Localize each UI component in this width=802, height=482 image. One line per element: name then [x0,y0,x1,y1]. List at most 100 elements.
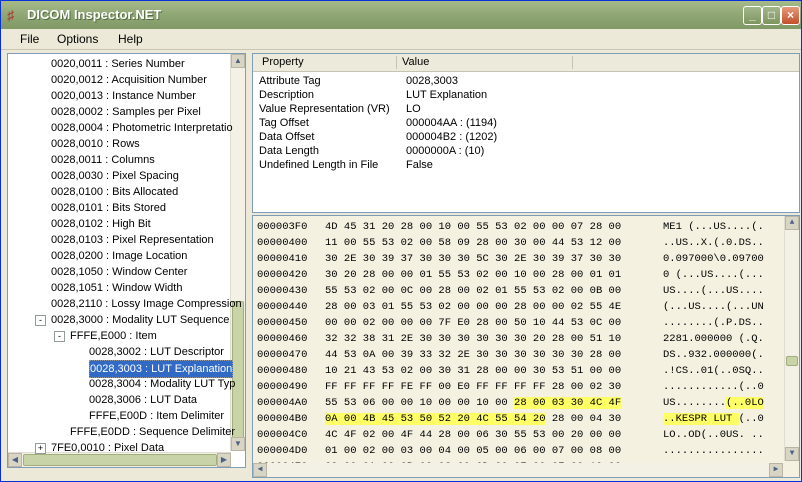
scroll-up-icon[interactable]: ▲ [785,216,799,230]
property-value: 000004AA : (1194) [406,117,497,129]
tree-node[interactable]: FFFE,E00D : Item Delimiter [89,408,224,424]
hex-row[interactable]: 000004D0 01 00 02 00 03 00 04 00 05 00 06… [253,443,783,459]
hex-ascii: ................ [663,443,764,459]
hex-row[interactable]: 00000430 55 53 02 00 0C 00 28 00 02 01 55… [253,283,783,299]
tree-node[interactable]: 7FE0,0010 : Pixel Data [51,440,164,456]
scroll-left-icon[interactable]: ◀ [253,463,267,477]
property-value: 0028,3003 [406,75,458,87]
hex-bytes-text: 01 00 02 00 03 00 04 00 05 00 06 00 07 0… [325,445,622,457]
column-divider [572,56,573,69]
menu-options[interactable]: Options [57,32,98,46]
property-row[interactable]: Data Offset 000004B2 : (1202) [259,130,789,144]
tree-node[interactable]: 0028,0002 : Samples per Pixel [51,104,201,120]
hex-row[interactable]: 00000420 30 20 28 00 00 01 55 53 02 00 10… [253,267,783,283]
hex-bytes: 0A 00 4B 45 53 50 52 20 4C 55 54 20 28 0… [325,411,621,427]
hex-scroll-thumb[interactable] [786,356,798,366]
tag-tree[interactable]: ▲ ▼ ◀ ▶ 0020,0011 : Series Number 0020,00… [7,53,246,468]
hex-bytes: 4C 4F 02 00 4F 44 28 00 06 30 55 53 00 2… [325,427,621,443]
title-bar[interactable]: ♯ DICOM Inspector.NET _ □ × [1,1,801,29]
scroll-down-icon[interactable]: ▼ [785,447,799,461]
hex-ascii: ME1 (...US....(. [663,219,764,235]
hex-vertical-scrollbar[interactable]: ▲ ▼ [784,216,799,461]
hex-row[interactable]: 00000470 44 53 0A 00 39 33 32 2E 30 30 30… [253,347,783,363]
tree-node[interactable]: FFFE,E0DD : Sequence Delimiter [70,424,235,440]
collapse-icon[interactable]: - [54,331,65,342]
tree-node[interactable]: 0020,0012 : Acquisition Number [51,72,207,88]
tree-node[interactable]: 0028,0030 : Pixel Spacing [51,168,179,184]
tree-node[interactable]: 0028,1051 : Window Width [51,280,182,296]
hex-row[interactable]: 000004C0 4C 4F 02 00 4F 44 28 00 06 30 55… [253,427,783,443]
tree-node[interactable]: 0028,0200 : Image Location [51,248,187,264]
hex-ascii: 0 (...US....(... [663,267,764,283]
tree-node[interactable]: 0020,0011 : Series Number [51,56,185,72]
tree-node[interactable]: 0028,3002 : LUT Descriptor [89,344,224,360]
hex-row[interactable]: 00000490 FF FF FF FF FE FF 00 E0 FF FF FF… [253,379,783,395]
close-button[interactable]: × [781,6,800,25]
scroll-right-icon[interactable]: ▶ [769,463,783,477]
tree-node[interactable]: 0028,0103 : Pixel Representation [51,232,214,248]
tree-node[interactable]: 0028,0004 : Photometric Interpretatio [51,120,233,136]
tree-node[interactable]: 0028,0100 : Bits Allocated [51,184,178,200]
collapse-icon[interactable]: - [35,315,46,326]
menu-help[interactable]: Help [118,32,143,46]
property-name: Tag Offset [259,117,309,129]
ascii-text: ................ [663,477,764,478]
hex-row[interactable]: 00000400 11 00 55 53 02 00 58 09 28 00 30… [253,235,783,251]
maximize-button[interactable]: □ [762,6,781,25]
hex-row[interactable]: 00000410 30 2E 30 39 37 30 30 30 5C 30 2E… [253,251,783,267]
expand-icon[interactable]: + [35,443,46,454]
hex-ascii: DS..932.000000(. [663,347,764,363]
property-row[interactable]: Attribute Tag 0028,3003 [259,74,789,88]
ascii-highlighted: ..KESPR LUT [663,413,739,425]
hex-view[interactable]: 000003F0 4D 45 31 20 28 00 10 00 55 53 02… [252,215,800,478]
property-row[interactable]: Data Length 0000000A : (10) [259,144,789,158]
property-row[interactable]: Undefined Length in File False [259,158,789,172]
tree-node[interactable]: 0028,0101 : Bits Stored [51,200,166,216]
hex-row[interactable]: 00000460 32 32 38 31 2E 30 30 30 30 30 30… [253,331,783,347]
hex-bytes: 55 53 06 00 00 10 00 00 10 00 28 00 03 3… [325,395,622,411]
tree-node[interactable]: 0028,1050 : Window Center [51,264,187,280]
ascii-text: ..US..X.(.0.DS.. [663,237,764,249]
hex-row[interactable]: 00000440 28 00 03 01 55 53 02 00 00 00 28… [253,299,783,315]
scroll-up-icon[interactable]: ▲ [231,54,245,68]
hex-row[interactable]: 000004B0 0A 00 4B 45 53 50 52 20 4C 55 54… [253,411,783,427]
property-row[interactable]: Description LUT Explanation [259,88,789,102]
hex-ascii: ..KESPR LUT (..0 [663,411,764,427]
minimize-button[interactable]: _ [743,6,762,25]
hex-bytes-text: 28 00 03 01 55 53 02 00 00 00 28 00 00 0… [325,301,622,313]
tree-node[interactable]: 0028,3006 : LUT Data [89,392,197,408]
scroll-left-icon[interactable]: ◀ [8,453,22,467]
hex-row[interactable]: 000004A0 55 53 06 00 00 10 00 00 10 00 28… [253,395,783,411]
ascii-text: (...US....(...UN [663,301,764,313]
tree-node[interactable]: 0028,2110 : Lossy Image Compression [51,296,242,312]
hex-offset: 00000440 [257,301,308,313]
hex-bytes: 00 00 02 00 00 00 7F E0 28 00 50 10 44 5… [325,315,621,331]
tree-node[interactable]: 0028,3000 : Modality LUT Sequence [51,312,229,328]
hex-bytes: 44 53 0A 00 39 33 32 2E 30 30 30 30 30 3… [325,347,621,363]
hex-offset: 000004C0 [257,429,308,441]
properties-header: Property Value [253,54,799,72]
tree-node[interactable]: FFFE,E000 : Item [70,328,157,344]
tree-node[interactable]: 0028,0011 : Columns [51,152,155,168]
hex-row[interactable]: 00000450 00 00 02 00 00 00 7F E0 28 00 50… [253,315,783,331]
hex-row[interactable]: 000003F0 4D 45 31 20 28 00 10 00 55 53 02… [253,219,783,235]
column-value[interactable]: Value [402,56,429,68]
app-window: ♯ DICOM Inspector.NET _ □ × File Options… [0,0,802,482]
hex-ascii: ..US..X.(.0.DS.. [663,235,764,251]
scroll-right-icon[interactable]: ▶ [217,453,231,467]
hex-bytes-text: 10 21 43 53 02 00 30 31 28 00 00 30 53 5… [325,365,622,377]
tree-node[interactable]: 0020,0013 : Instance Number [51,88,196,104]
column-property[interactable]: Property [262,56,304,68]
hex-offset: 00000450 [257,317,308,329]
tree-node[interactable]: 0028,0010 : Rows [51,136,140,152]
property-row[interactable]: Value Representation (VR) LO [259,102,789,116]
hex-offset: 00000490 [257,381,308,393]
tree-node[interactable]: 0028,0102 : High Bit [51,216,151,232]
hex-offset: 00000480 [257,365,308,377]
ascii-text: ........(.P.DS.. [663,317,764,329]
tree-node[interactable]: 0028,3004 : Modality LUT Typ [89,376,235,392]
hex-row[interactable]: 00000480 10 21 43 53 02 00 30 31 28 00 00… [253,363,783,379]
menu-file[interactable]: File [20,32,39,46]
hex-horizontal-scrollbar[interactable]: ◀ ▶ [253,463,783,477]
property-row[interactable]: Tag Offset 000004AA : (1194) [259,116,789,130]
